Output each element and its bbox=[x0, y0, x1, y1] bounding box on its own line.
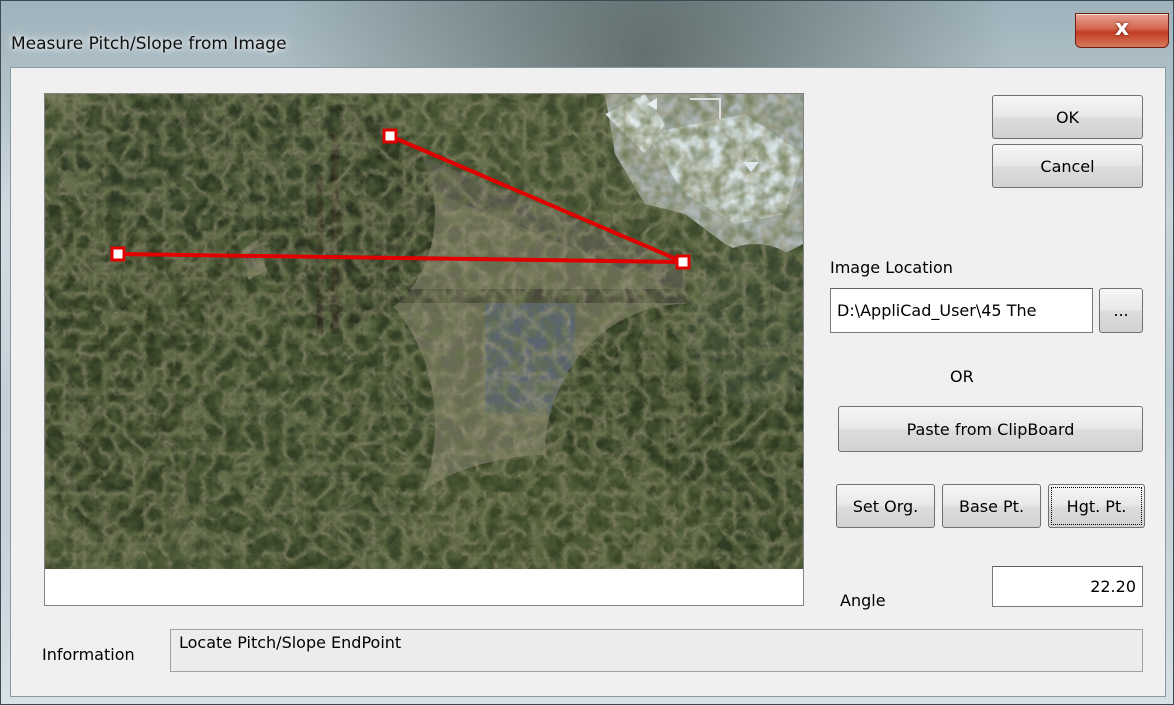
image-location-field[interactable]: D:\AppliCad_User\45 The bbox=[830, 288, 1093, 333]
cancel-button[interactable]: Cancel bbox=[992, 144, 1143, 188]
image-preview-panel[interactable] bbox=[44, 93, 804, 606]
dialog-window: Measure Pitch/Slope from Image x OK Canc… bbox=[0, 0, 1174, 705]
origin-point-marker[interactable] bbox=[110, 246, 126, 262]
close-icon: x bbox=[1114, 16, 1130, 41]
angle-field[interactable]: 22.20 bbox=[992, 566, 1143, 607]
image-location-label: Image Location bbox=[830, 258, 953, 277]
or-label: OR bbox=[950, 367, 974, 386]
paste-from-clipboard-button[interactable]: Paste from ClipBoard bbox=[838, 406, 1143, 452]
base-point-marker[interactable] bbox=[675, 254, 691, 270]
set-origin-button[interactable]: Set Org. bbox=[836, 484, 935, 528]
title-bar[interactable]: Measure Pitch/Slope from Image x bbox=[1, 1, 1174, 54]
browse-button[interactable]: ... bbox=[1099, 288, 1143, 333]
close-button[interactable]: x bbox=[1075, 13, 1169, 48]
angle-label: Angle bbox=[840, 591, 886, 610]
height-point-marker[interactable] bbox=[382, 128, 398, 144]
base-point-button[interactable]: Base Pt. bbox=[942, 484, 1041, 528]
information-field: Locate Pitch/Slope EndPoint bbox=[170, 629, 1143, 672]
ok-button[interactable]: OK bbox=[992, 95, 1143, 139]
height-point-button[interactable]: Hgt. Pt. bbox=[1048, 484, 1145, 528]
information-label: Information bbox=[42, 645, 135, 664]
house-photo[interactable] bbox=[45, 94, 803, 569]
window-title: Measure Pitch/Slope from Image bbox=[11, 34, 287, 54]
